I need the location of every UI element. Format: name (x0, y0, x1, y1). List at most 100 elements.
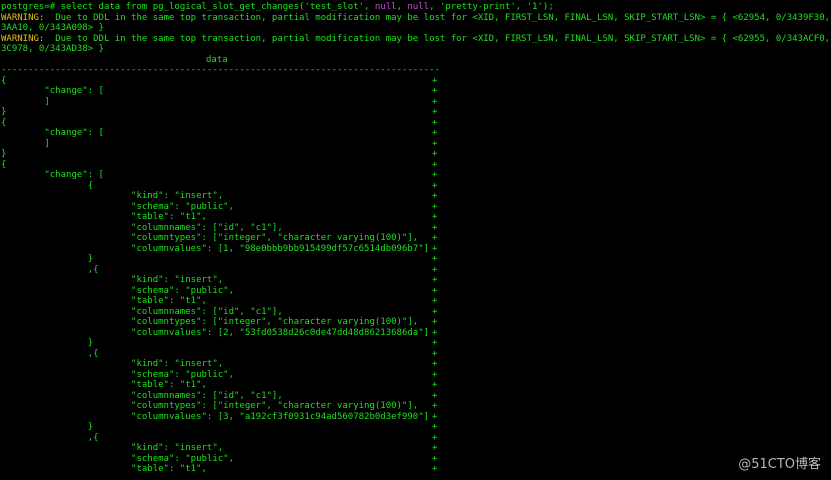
command-text: , 'pretty-print', '1'); (429, 2, 554, 12)
continuation-marker: + (432, 453, 438, 464)
result-row: "schema": "public", + (1, 370, 831, 381)
warning-label: WARNING: (1, 12, 45, 23)
result-row: "schema": "public", + (1, 454, 831, 465)
row-text: ,{ (1, 264, 99, 275)
continuation-marker: + (432, 201, 438, 212)
row-text: { (1, 117, 7, 128)
command-text: select data from pg_logical_slot_get_cha… (60, 2, 375, 12)
result-row: ,{ + (1, 265, 831, 276)
row-text: "columnvalues": [1, "98e0bbb9bb915499df5… (1, 243, 430, 254)
continuation-marker: + (432, 138, 438, 149)
result-row: "table": "t1", + (1, 464, 831, 475)
row-text: ,{ (1, 348, 99, 359)
row-text: "columntypes": ["integer", "character va… (1, 317, 419, 327)
result-row: ,{ + (1, 433, 831, 444)
continuation-marker: + (432, 285, 438, 296)
result-row: {+ (1, 181, 831, 192)
row-text: } (1, 338, 94, 348)
result-row: } + (1, 254, 831, 265)
result-row: "columnvalues": [2, "53fd0538d26c0de47dd… (1, 328, 831, 339)
warning-line: WARNING: Due to DDL in the same top tran… (1, 13, 831, 24)
result-row: "table": "t1", + (1, 212, 831, 223)
row-text: "schema": "public", (1, 285, 234, 296)
row-text: "table": "t1", (1, 296, 207, 306)
result-separator: ----------------------------------------… (1, 65, 440, 75)
row-text: ] (1, 96, 50, 107)
continuation-marker: + (432, 390, 438, 401)
row-text: "table": "t1", (1, 464, 207, 474)
result-row: "kind": "insert", + (1, 443, 831, 454)
continuation-marker: + (432, 359, 438, 369)
command-line: postgres=# select data from pg_logical_s… (1, 2, 831, 13)
result-row: "columnvalues": [3, "a192cf3f0931c94ad56… (1, 412, 831, 423)
result-row: ,{ + (1, 349, 831, 360)
continuation-marker: + (432, 432, 438, 443)
row-text: { (1, 75, 7, 86)
continuation-marker: + (432, 275, 438, 285)
continuation-marker: + (432, 96, 438, 107)
continuation-marker: + (432, 107, 438, 117)
continuation-marker: + (432, 149, 438, 159)
result-row: "kind": "insert", + (1, 191, 831, 202)
result-row: {+ (1, 76, 831, 87)
continuation-marker: + (432, 348, 438, 359)
row-text: "kind": "insert", (1, 359, 224, 369)
result-row: "schema": "public", + (1, 286, 831, 297)
result-row: "kind": "insert", + (1, 359, 831, 370)
warning-text: Due to DDL in the same top transaction, … (44, 12, 831, 23)
warning-line-wrap: 3AA10, 0/343A098> } (1, 23, 104, 33)
result-row: "columntypes": ["integer", "character va… (1, 317, 831, 328)
result-row: "schema": "public", + (1, 202, 831, 213)
row-text: ] (1, 138, 50, 149)
row-text: "schema": "public", (1, 453, 234, 464)
continuation-marker: + (432, 180, 438, 191)
row-text: "kind": "insert", (1, 275, 224, 285)
row-text: "columnnames": ["id", "c1"], (1, 390, 283, 401)
continuation-marker: + (432, 380, 438, 390)
row-text: "columnnames": ["id", "c1"], (1, 222, 283, 233)
result-row: "columnnames": ["id", "c1"], + (1, 391, 831, 402)
result-row: {+ (1, 160, 831, 171)
result-row: ] + (1, 139, 831, 150)
continuation-marker: + (432, 264, 438, 275)
result-row: "columnnames": ["id", "c1"], + (1, 307, 831, 318)
continuation-marker: + (432, 170, 438, 180)
continuation-marker: + (432, 243, 438, 254)
result-row: "table": "t1", + (1, 380, 831, 391)
terminal-window[interactable]: postgres=# select data from pg_logical_s… (1, 2, 831, 475)
continuation-marker: + (432, 128, 438, 138)
continuation-marker: + (432, 401, 438, 411)
continuation-marker: + (432, 296, 438, 306)
result-row: "change": [+ (1, 170, 831, 181)
prompt: postgres=# (1, 2, 61, 12)
continuation-marker: + (432, 117, 438, 128)
row-text: "change": [ (1, 86, 104, 96)
row-text: } (1, 254, 94, 264)
row-text: "columnvalues": [3, "a192cf3f0931c94ad56… (1, 411, 430, 422)
null-keyword: null (407, 2, 430, 12)
continuation-marker: + (432, 369, 438, 380)
continuation-marker: + (432, 317, 438, 327)
continuation-marker: + (432, 75, 438, 86)
result-row: "columnnames": ["id", "c1"], + (1, 223, 831, 234)
continuation-marker: + (432, 86, 438, 96)
result-row: ] + (1, 97, 831, 108)
result-row: "table": "t1", + (1, 296, 831, 307)
result-row: } + (1, 107, 831, 118)
continuation-marker: + (432, 191, 438, 201)
continuation-marker: + (432, 159, 438, 170)
row-text: ,{ (1, 432, 99, 443)
row-text: "schema": "public", (1, 201, 234, 212)
warning-label: WARNING: (1, 33, 45, 44)
result-row: "kind": "insert", + (1, 275, 831, 286)
row-text: "schema": "public", (1, 369, 234, 380)
row-text: { (1, 159, 7, 170)
row-text: "columntypes": ["integer", "character va… (1, 401, 419, 411)
continuation-marker: + (432, 222, 438, 233)
result-row: "change": [+ (1, 128, 831, 139)
result-row: "columntypes": ["integer", "character va… (1, 401, 831, 412)
warning-line: WARNING: Due to DDL in the same top tran… (1, 34, 831, 45)
continuation-marker: + (432, 254, 438, 264)
result-header: data (1, 55, 831, 66)
result-row: {+ (1, 118, 831, 129)
